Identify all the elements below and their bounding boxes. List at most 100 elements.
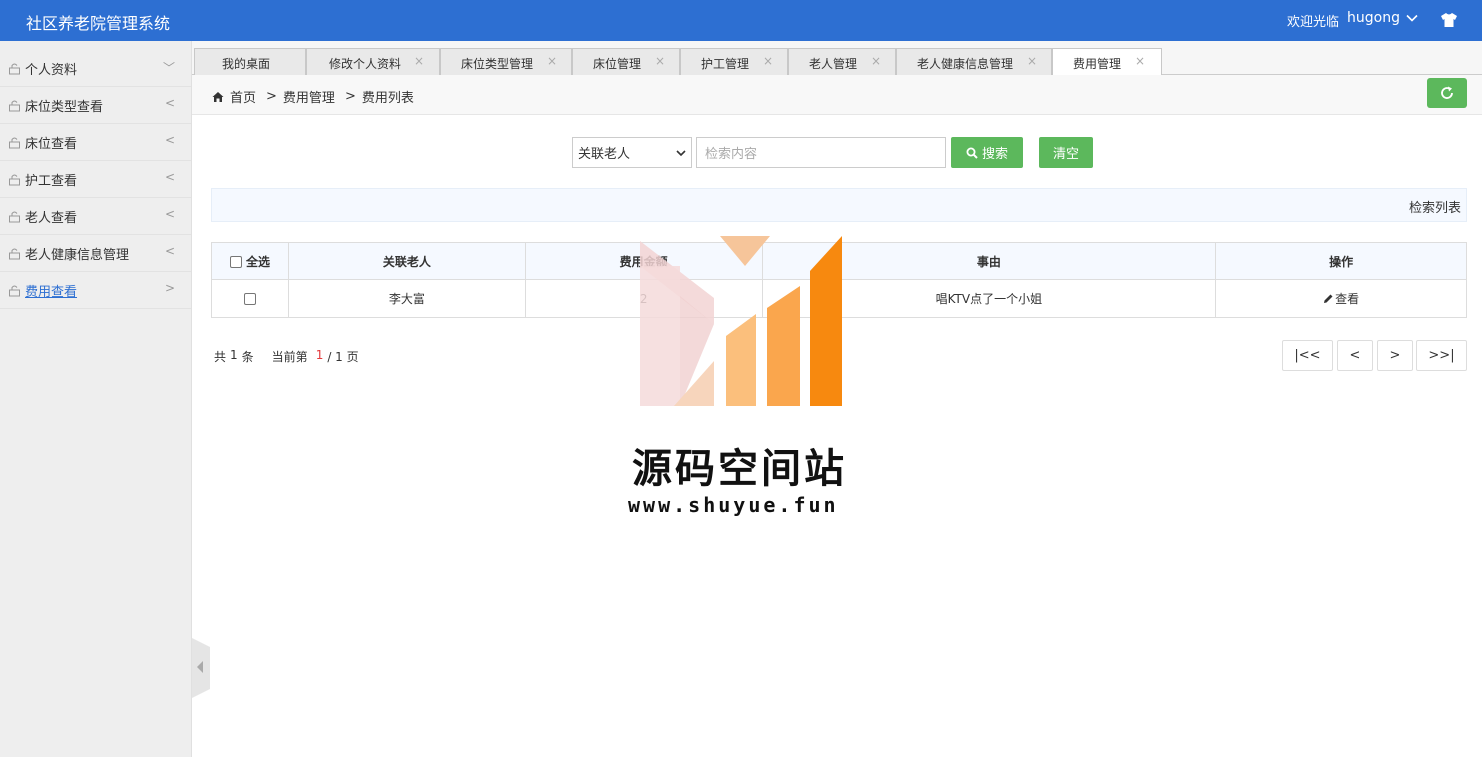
sidebar-item-label: 床位类型查看 — [25, 99, 104, 115]
view-button[interactable]: 查看 — [1323, 290, 1359, 307]
watermark: 源码空间站 www.shuyue.fun — [622, 236, 862, 526]
refresh-button[interactable] — [1427, 78, 1467, 108]
tab-bar: 我的桌面 修改个人资料 × 床位类型管理 × 床位管理 × 护工管理 × 老人管… — [192, 41, 1482, 76]
lock-icon — [9, 63, 20, 74]
select-all-label: 全选 — [246, 254, 271, 269]
breadcrumb-fee-list: 费用列表 — [361, 91, 414, 106]
column-header-action: 操作 — [1215, 242, 1467, 280]
close-icon[interactable]: × — [1027, 54, 1037, 68]
search-button[interactable]: 搜索 — [951, 137, 1023, 168]
breadcrumb-fee-management[interactable]: 费用管理 — [283, 87, 335, 106]
chevron-down-icon — [676, 150, 686, 157]
search-field-select[interactable]: 关联老人 — [572, 137, 692, 168]
chevron-right-icon: > — [164, 281, 175, 295]
chevron-left-icon: < — [164, 244, 175, 258]
tab-label: 修改个人资料 — [329, 57, 402, 71]
lock-icon — [9, 100, 20, 111]
pagination-info: 共 1 条 当前第 1 / 1 页 — [214, 348, 359, 365]
breadcrumb-home[interactable]: 首页 — [230, 87, 256, 106]
select-all-header: 全选 — [211, 242, 289, 280]
last-page-button[interactable]: >>| — [1416, 340, 1467, 371]
row-checkbox-cell — [211, 279, 289, 318]
prev-page-button[interactable]: < — [1337, 340, 1373, 371]
close-icon[interactable]: × — [655, 54, 665, 68]
cell-elder: 李大富 — [287, 279, 526, 318]
search-form: 关联老人 检索内容 搜索 清空 — [572, 137, 1093, 168]
tab-fee[interactable]: 费用管理 × — [1052, 48, 1162, 76]
close-icon[interactable]: × — [763, 54, 773, 68]
select-value: 关联老人 — [578, 147, 631, 162]
next-page-button[interactable]: > — [1377, 340, 1413, 371]
watermark-logo — [640, 236, 842, 406]
watermark-url: www.shuyue.fun — [628, 493, 839, 517]
tab-label: 费用管理 — [1073, 57, 1122, 71]
tab-bed-type[interactable]: 床位类型管理 × — [440, 48, 572, 75]
breadcrumb-bar: 首页 > 费用管理 > 费用列表 — [192, 75, 1482, 115]
lock-icon — [9, 211, 20, 222]
theme-shirt-icon[interactable] — [1440, 12, 1458, 28]
current-page: 1 — [315, 348, 324, 362]
tab-label: 床位管理 — [593, 57, 642, 71]
home-icon — [212, 91, 224, 102]
list-title-bar: 检索列表 — [211, 188, 1467, 222]
close-icon[interactable]: × — [871, 54, 881, 68]
refresh-icon — [1441, 86, 1453, 99]
tab-desktop[interactable]: 我的桌面 — [194, 48, 306, 75]
total-count: 1 — [230, 348, 238, 362]
first-page-button[interactable]: |<< — [1282, 340, 1333, 371]
welcome-text: 欢迎光临 — [1286, 15, 1339, 30]
sidebar-item-profile[interactable]: 个人资料 ﹀ — [0, 50, 191, 87]
tab-label: 护工管理 — [701, 57, 750, 71]
breadcrumb-separator: > — [266, 89, 277, 104]
search-icon — [966, 147, 978, 159]
close-icon[interactable]: × — [547, 54, 557, 68]
select-all-checkbox[interactable] — [229, 256, 242, 268]
search-button-label: 搜索 — [981, 147, 1008, 162]
tab-caregiver[interactable]: 护工管理 × — [680, 48, 788, 75]
top-bar: 社区养老院管理系统 欢迎光临 hugong — [0, 0, 1482, 41]
chevron-left-icon: < — [164, 133, 175, 147]
close-icon[interactable]: × — [1135, 54, 1145, 68]
breadcrumb-separator: > — [344, 89, 356, 104]
sidebar-item-label: 护工查看 — [25, 173, 78, 189]
pencil-icon — [1324, 294, 1333, 303]
lock-icon — [9, 248, 20, 259]
search-input[interactable]: 检索内容 — [696, 137, 946, 168]
tab-label: 老人管理 — [809, 57, 858, 71]
chevron-left-icon: < — [164, 170, 175, 184]
sidebar: 个人资料 ﹀ 床位类型查看 < 床位查看 < 护工查看 < 老人查看 < 老人健… — [0, 41, 192, 757]
lock-icon — [9, 137, 20, 148]
chevron-down-icon: ﹀ — [162, 61, 175, 75]
row-checkbox[interactable] — [243, 293, 256, 305]
cell-action: 查看 — [1215, 279, 1467, 318]
sidebar-item-elder[interactable]: 老人查看 < — [0, 198, 191, 235]
sidebar-item-health[interactable]: 老人健康信息管理 < — [0, 235, 191, 272]
close-icon[interactable]: × — [414, 54, 424, 68]
user-menu[interactable]: hugong — [1347, 10, 1418, 26]
sidebar-item-caregiver[interactable]: 护工查看 < — [0, 161, 191, 198]
sidebar-item-label: 床位查看 — [25, 136, 78, 152]
page-total: / 1 页 — [327, 350, 359, 364]
sidebar-item-bed-type[interactable]: 床位类型查看 < — [0, 87, 191, 124]
sidebar-item-fee[interactable]: 费用查看 > — [0, 272, 191, 309]
tab-health[interactable]: 老人健康信息管理 × — [896, 48, 1052, 75]
sidebar-collapse-handle[interactable] — [192, 638, 210, 698]
column-header-elder: 关联老人 — [287, 242, 526, 280]
sidebar-item-label: 老人查看 — [25, 210, 78, 226]
lock-icon — [9, 174, 20, 185]
app-title: 社区养老院管理系统 — [26, 14, 171, 33]
current-prefix: 当前第 — [271, 350, 308, 364]
sidebar-item-label: 费用查看 — [25, 284, 78, 300]
sidebar-item-bed[interactable]: 床位查看 < — [0, 124, 191, 161]
tab-elder[interactable]: 老人管理 × — [788, 48, 896, 75]
clear-button[interactable]: 清空 — [1039, 137, 1093, 168]
sidebar-item-label: 老人健康信息管理 — [25, 247, 130, 263]
tab-edit-profile[interactable]: 修改个人资料 × — [306, 48, 440, 75]
total-suffix: 条 — [241, 350, 254, 364]
lock-icon — [9, 285, 20, 296]
tab-label: 老人健康信息管理 — [917, 57, 1014, 71]
chevron-down-icon — [1406, 14, 1418, 22]
sidebar-item-label: 个人资料 — [25, 62, 78, 78]
list-title: 检索列表 — [1408, 201, 1461, 216]
tab-bed[interactable]: 床位管理 × — [572, 48, 680, 75]
